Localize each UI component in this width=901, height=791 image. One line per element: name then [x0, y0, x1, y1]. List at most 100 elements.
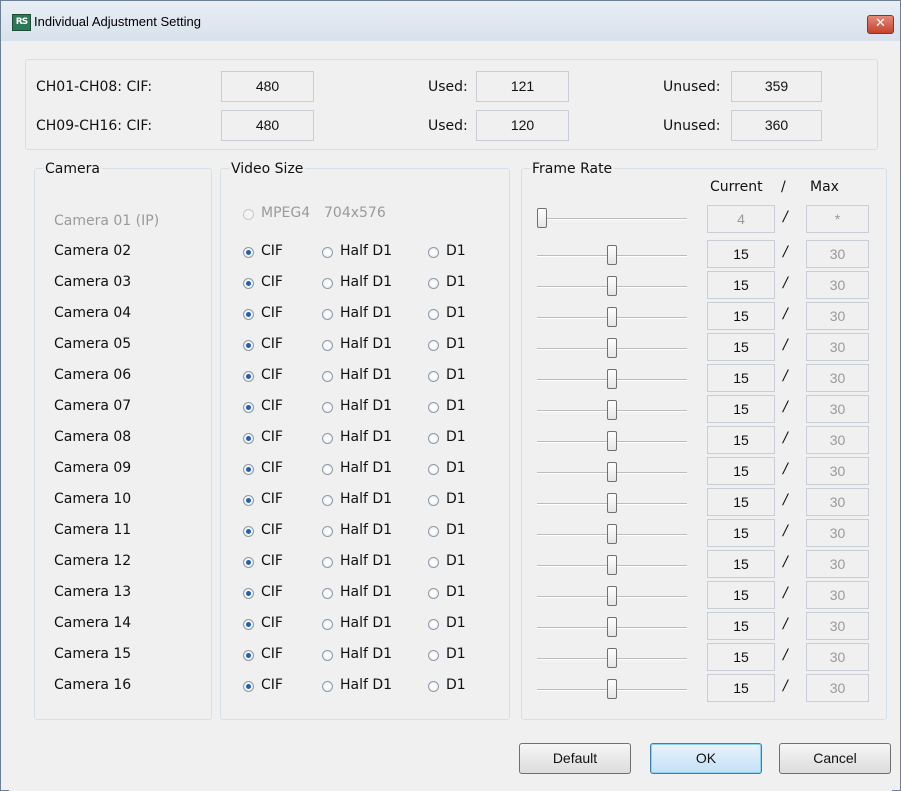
camera-14-half-d1-label[interactable]: Half D1 — [340, 615, 392, 631]
camera-03-cif-label[interactable]: CIF — [261, 274, 283, 290]
camera-15-cif-radio[interactable] — [243, 650, 254, 661]
camera-02-half-d1-radio[interactable] — [322, 247, 333, 258]
camera-08-current-fps[interactable]: 15 — [707, 426, 775, 454]
camera-10-current-fps[interactable]: 15 — [707, 488, 775, 516]
ok-button[interactable]: OK — [650, 743, 762, 774]
camera-16-half-d1-radio[interactable] — [322, 681, 333, 692]
camera-10-cif-label[interactable]: CIF — [261, 491, 283, 507]
camera-02-half-d1-label[interactable]: Half D1 — [340, 243, 392, 259]
camera-09-slider-thumb[interactable] — [607, 462, 617, 482]
camera-15-half-d1-radio[interactable] — [322, 650, 333, 661]
camera-12-cif-radio[interactable] — [243, 557, 254, 568]
camera-14-cif-radio[interactable] — [243, 619, 254, 630]
camera-15-half-d1-label[interactable]: Half D1 — [340, 646, 392, 662]
camera-10-d1-radio[interactable] — [428, 495, 439, 506]
camera-08-slider-thumb[interactable] — [607, 431, 617, 451]
camera-06-d1-label[interactable]: D1 — [446, 367, 466, 383]
camera-02-d1-radio[interactable] — [428, 247, 439, 258]
camera-12-d1-label[interactable]: D1 — [446, 553, 466, 569]
camera-08-cif-label[interactable]: CIF — [261, 429, 283, 445]
camera-06-cif-radio[interactable] — [243, 371, 254, 382]
camera-15-current-fps[interactable]: 15 — [707, 643, 775, 671]
camera-15-slider-thumb[interactable] — [607, 648, 617, 668]
camera-09-cif-label[interactable]: CIF — [261, 460, 283, 476]
camera-07-half-d1-label[interactable]: Half D1 — [340, 398, 392, 414]
camera-08-half-d1-radio[interactable] — [322, 433, 333, 444]
default-button[interactable]: Default — [519, 743, 631, 774]
camera-11-current-fps[interactable]: 15 — [707, 519, 775, 547]
camera-09-d1-radio[interactable] — [428, 464, 439, 475]
camera-02-d1-label[interactable]: D1 — [446, 243, 466, 259]
camera-03-d1-label[interactable]: D1 — [446, 274, 466, 290]
camera-09-cif-radio[interactable] — [243, 464, 254, 475]
camera-16-slider-thumb[interactable] — [607, 679, 617, 699]
camera-06-half-d1-label[interactable]: Half D1 — [340, 367, 392, 383]
camera-08-cif-radio[interactable] — [243, 433, 254, 444]
camera-12-slider-thumb[interactable] — [607, 555, 617, 575]
camera-16-d1-radio[interactable] — [428, 681, 439, 692]
camera-05-current-fps[interactable]: 15 — [707, 333, 775, 361]
close-button[interactable]: ✕ — [867, 15, 894, 34]
camera-10-half-d1-radio[interactable] — [322, 495, 333, 506]
camera-06-half-d1-radio[interactable] — [322, 371, 333, 382]
camera-13-half-d1-radio[interactable] — [322, 588, 333, 599]
camera-12-half-d1-radio[interactable] — [322, 557, 333, 568]
camera-07-slider-thumb[interactable] — [607, 400, 617, 420]
camera-15-d1-radio[interactable] — [428, 650, 439, 661]
camera-10-d1-label[interactable]: D1 — [446, 491, 466, 507]
camera-05-slider-thumb[interactable] — [607, 338, 617, 358]
camera-10-cif-radio[interactable] — [243, 495, 254, 506]
camera-13-current-fps[interactable]: 15 — [707, 581, 775, 609]
camera-02-cif-label[interactable]: CIF — [261, 243, 283, 259]
camera-09-half-d1-radio[interactable] — [322, 464, 333, 475]
camera-09-d1-label[interactable]: D1 — [446, 460, 466, 476]
camera-12-d1-radio[interactable] — [428, 557, 439, 568]
camera-03-slider-thumb[interactable] — [607, 276, 617, 296]
camera-06-cif-label[interactable]: CIF — [261, 367, 283, 383]
camera-03-current-fps[interactable]: 15 — [707, 271, 775, 299]
camera-07-cif-label[interactable]: CIF — [261, 398, 283, 414]
camera-04-half-d1-label[interactable]: Half D1 — [340, 305, 392, 321]
camera-06-current-fps[interactable]: 15 — [707, 364, 775, 392]
camera-16-current-fps[interactable]: 15 — [707, 674, 775, 702]
camera-15-cif-label[interactable]: CIF — [261, 646, 283, 662]
camera-06-slider-thumb[interactable] — [607, 369, 617, 389]
camera-09-half-d1-label[interactable]: Half D1 — [340, 460, 392, 476]
camera-04-half-d1-radio[interactable] — [322, 309, 333, 320]
camera-13-d1-radio[interactable] — [428, 588, 439, 599]
camera-14-current-fps[interactable]: 15 — [707, 612, 775, 640]
camera-16-half-d1-label[interactable]: Half D1 — [340, 677, 392, 693]
camera-04-slider-thumb[interactable] — [607, 307, 617, 327]
camera-11-cif-radio[interactable] — [243, 526, 254, 537]
camera-07-current-fps[interactable]: 15 — [707, 395, 775, 423]
camera-14-half-d1-radio[interactable] — [322, 619, 333, 630]
camera-04-d1-radio[interactable] — [428, 309, 439, 320]
camera-09-current-fps[interactable]: 15 — [707, 457, 775, 485]
camera-05-half-d1-radio[interactable] — [322, 340, 333, 351]
camera-10-half-d1-label[interactable]: Half D1 — [340, 491, 392, 507]
camera-03-half-d1-radio[interactable] — [322, 278, 333, 289]
camera-05-d1-radio[interactable] — [428, 340, 439, 351]
camera-04-current-fps[interactable]: 15 — [707, 302, 775, 330]
camera-13-slider-thumb[interactable] — [607, 586, 617, 606]
camera-14-d1-radio[interactable] — [428, 619, 439, 630]
camera-08-half-d1-label[interactable]: Half D1 — [340, 429, 392, 445]
camera-15-d1-label[interactable]: D1 — [446, 646, 466, 662]
camera-13-cif-radio[interactable] — [243, 588, 254, 599]
camera-11-half-d1-label[interactable]: Half D1 — [340, 522, 392, 538]
camera-07-d1-radio[interactable] — [428, 402, 439, 413]
camera-11-half-d1-radio[interactable] — [322, 526, 333, 537]
camera-07-half-d1-radio[interactable] — [322, 402, 333, 413]
camera-11-slider-thumb[interactable] — [607, 524, 617, 544]
camera-14-slider-thumb[interactable] — [607, 617, 617, 637]
camera-13-d1-label[interactable]: D1 — [446, 584, 466, 600]
camera-03-cif-radio[interactable] — [243, 278, 254, 289]
camera-04-cif-radio[interactable] — [243, 309, 254, 320]
camera-08-d1-radio[interactable] — [428, 433, 439, 444]
camera-03-half-d1-label[interactable]: Half D1 — [340, 274, 392, 290]
camera-11-cif-label[interactable]: CIF — [261, 522, 283, 538]
camera-05-d1-label[interactable]: D1 — [446, 336, 466, 352]
camera-14-d1-label[interactable]: D1 — [446, 615, 466, 631]
camera-12-cif-label[interactable]: CIF — [261, 553, 283, 569]
camera-13-half-d1-label[interactable]: Half D1 — [340, 584, 392, 600]
